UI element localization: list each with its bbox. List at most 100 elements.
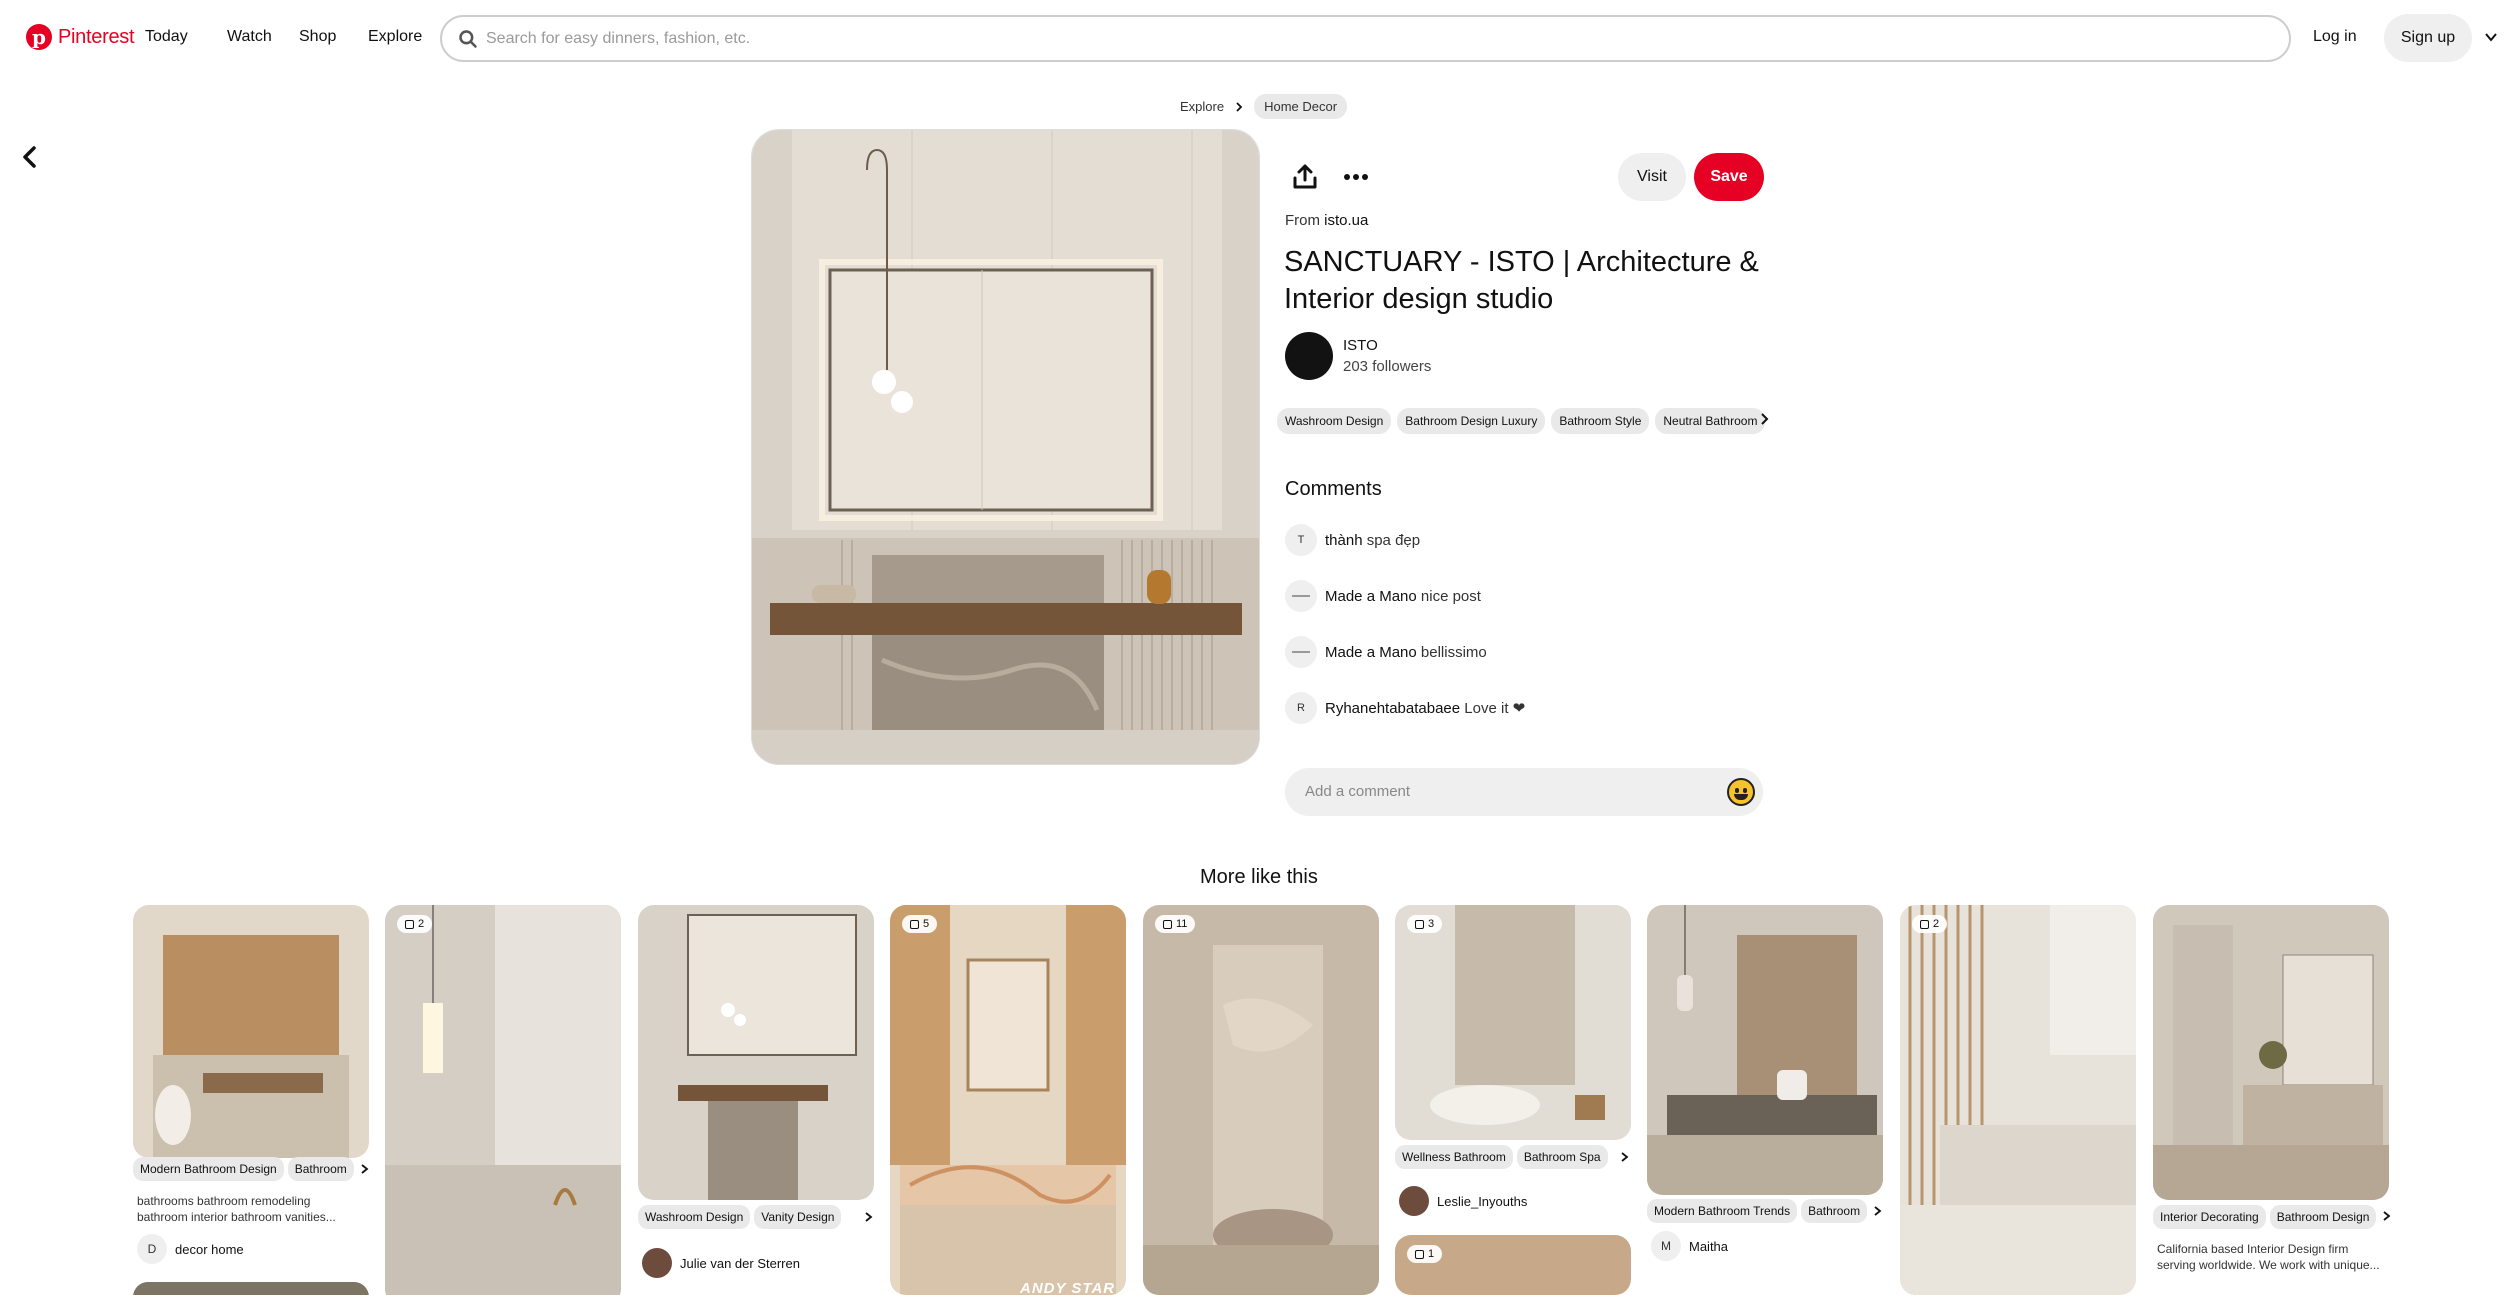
- chevron-right-icon[interactable]: [359, 1163, 371, 1175]
- tag-chip[interactable]: Vanity Design: [754, 1205, 842, 1229]
- board-badge: 5: [902, 915, 938, 933]
- card-image[interactable]: [1395, 905, 1631, 1140]
- search-input[interactable]: [486, 29, 2186, 48]
- breadcrumb: Explore Home Decor: [1180, 94, 1348, 119]
- card-user[interactable]: Leslie_Inyouths: [1399, 1186, 1527, 1216]
- tag-chip[interactable]: Neutral Bathroom: [1655, 408, 1766, 434]
- board-badge: 2: [1912, 915, 1948, 933]
- tag-chip[interactable]: Bathroom: [287, 1157, 354, 1181]
- pin-image[interactable]: [751, 129, 1260, 765]
- author-followers: 203 followers: [1343, 358, 1432, 375]
- comment-item: T thành spa đẹp: [1285, 524, 1420, 556]
- card-tags: Modern Bathroom Trends Bathroom: [1647, 1199, 1873, 1223]
- comment-user[interactable]: Ryhanehtabatabaee: [1325, 700, 1460, 717]
- card-image[interactable]: [385, 905, 621, 1295]
- badge-count: 2: [418, 918, 425, 930]
- comment-user[interactable]: thành: [1325, 532, 1363, 549]
- nav-shop[interactable]: Shop: [299, 28, 336, 46]
- back-arrow-icon[interactable]: [16, 143, 44, 171]
- author-name[interactable]: ISTO: [1343, 337, 1431, 354]
- comment-user[interactable]: Made a Mano: [1325, 644, 1417, 661]
- card-image[interactable]: [1900, 905, 2136, 1295]
- card-image[interactable]: [890, 905, 1126, 1295]
- pin-title: SANCTUARY - ISTO | Architecture & Interi…: [1284, 246, 1759, 315]
- chevron-right-icon[interactable]: [2381, 1210, 2393, 1222]
- login-button[interactable]: Log in: [2313, 28, 2357, 46]
- card-tags: Interior Decorating Bathroom Design: [2153, 1205, 2379, 1229]
- card-image[interactable]: [133, 905, 369, 1158]
- chevron-down-icon[interactable]: [2484, 30, 2498, 44]
- card-image[interactable]: [2153, 905, 2389, 1200]
- signup-button[interactable]: Sign up: [2384, 14, 2472, 62]
- share-icon[interactable]: [1292, 163, 1318, 191]
- save-button[interactable]: Save: [1694, 153, 1764, 201]
- tag-chip[interactable]: Washroom Design: [638, 1205, 751, 1229]
- tag-chip[interactable]: Modern Bathroom Trends: [1647, 1199, 1798, 1223]
- board-icon: [1415, 1249, 1424, 1259]
- user-avatar[interactable]: [642, 1248, 672, 1278]
- board-badge: 11: [1155, 915, 1196, 933]
- author-avatar[interactable]: [1285, 332, 1333, 380]
- card-image[interactable]: [638, 905, 874, 1200]
- tag-chip[interactable]: Bathroom Design Luxury: [1397, 408, 1546, 434]
- badge-count: 3: [1428, 918, 1435, 930]
- brand-name: Pinterest: [58, 25, 135, 48]
- source-link[interactable]: isto.ua: [1324, 212, 1368, 229]
- pinterest-logo[interactable]: p Pinterest: [26, 24, 135, 50]
- tag-chip[interactable]: Bathroom Spa: [1516, 1145, 1608, 1169]
- add-comment-input[interactable]: Add a comment: [1285, 768, 1763, 816]
- chevron-right-icon[interactable]: [863, 1211, 875, 1223]
- comment-user[interactable]: Made a Mano: [1325, 588, 1417, 605]
- comment-text: Love it ❤: [1464, 700, 1526, 717]
- comments-heading: Comments: [1285, 478, 1382, 500]
- user-avatar[interactable]: D: [137, 1234, 167, 1264]
- tag-chip[interactable]: Bathroom Style: [1551, 408, 1650, 434]
- nav-watch[interactable]: Watch: [227, 28, 272, 46]
- chevron-right-icon[interactable]: [1758, 412, 1772, 426]
- breadcrumb-explore[interactable]: Explore: [1180, 99, 1224, 114]
- board-icon: [910, 919, 919, 929]
- search-bar[interactable]: [440, 15, 2291, 62]
- user-avatar[interactable]: M: [1651, 1231, 1681, 1261]
- comment-avatar[interactable]: R: [1285, 692, 1317, 724]
- author-block[interactable]: ISTO 203 followers: [1285, 332, 1431, 380]
- tag-chip[interactable]: Interior Decorating: [2153, 1205, 2266, 1229]
- comment-text: spa đẹp: [1366, 531, 1421, 549]
- nav-today[interactable]: Today: [145, 28, 188, 46]
- card-user[interactable]: M Maitha: [1651, 1231, 1728, 1261]
- card-user[interactable]: D decor home: [137, 1234, 244, 1264]
- comment-avatar[interactable]: [1285, 580, 1317, 612]
- user-avatar[interactable]: [1399, 1186, 1429, 1216]
- user-name[interactable]: Leslie_Inyouths: [1437, 1194, 1527, 1209]
- pin-image-art: [752, 130, 1259, 764]
- chevron-right-icon[interactable]: [1872, 1205, 1884, 1217]
- tag-chip[interactable]: Bathroom: [1801, 1199, 1868, 1223]
- comment-avatar[interactable]: [1285, 636, 1317, 668]
- card-description: California based Interior Design firm se…: [2157, 1242, 2380, 1272]
- breadcrumb-home-decor[interactable]: Home Decor: [1254, 94, 1348, 119]
- card-tags: Washroom Design Vanity Design: [638, 1205, 864, 1229]
- tag-chip[interactable]: Washroom Design: [1277, 408, 1392, 434]
- visit-button[interactable]: Visit: [1618, 153, 1686, 201]
- tag-chip[interactable]: Wellness Bathroom: [1395, 1145, 1513, 1169]
- badge-count: 1: [1428, 1248, 1435, 1260]
- card-image[interactable]: [1143, 905, 1379, 1295]
- user-name[interactable]: Julie van der Sterren: [680, 1256, 800, 1271]
- card-image[interactable]: [133, 1282, 369, 1295]
- card-image[interactable]: [1395, 1235, 1631, 1295]
- more-icon[interactable]: [1342, 163, 1370, 191]
- tag-chip[interactable]: Modern Bathroom Design: [133, 1157, 284, 1181]
- chevron-right-icon[interactable]: [1619, 1151, 1631, 1163]
- board-icon: [1920, 919, 1929, 929]
- comment-text: nice post: [1420, 587, 1481, 605]
- comment-avatar[interactable]: T: [1285, 524, 1317, 556]
- user-name[interactable]: Maitha: [1689, 1239, 1728, 1254]
- card-user[interactable]: Julie van der Sterren: [642, 1248, 800, 1278]
- emoji-icon[interactable]: [1727, 778, 1755, 806]
- source-prefix: From: [1285, 212, 1320, 229]
- badge-count: 5: [923, 918, 930, 930]
- tag-chip[interactable]: Bathroom Design: [2269, 1205, 2377, 1229]
- card-image[interactable]: [1647, 905, 1883, 1195]
- nav-explore[interactable]: Explore: [368, 28, 422, 46]
- user-name[interactable]: decor home: [175, 1242, 244, 1257]
